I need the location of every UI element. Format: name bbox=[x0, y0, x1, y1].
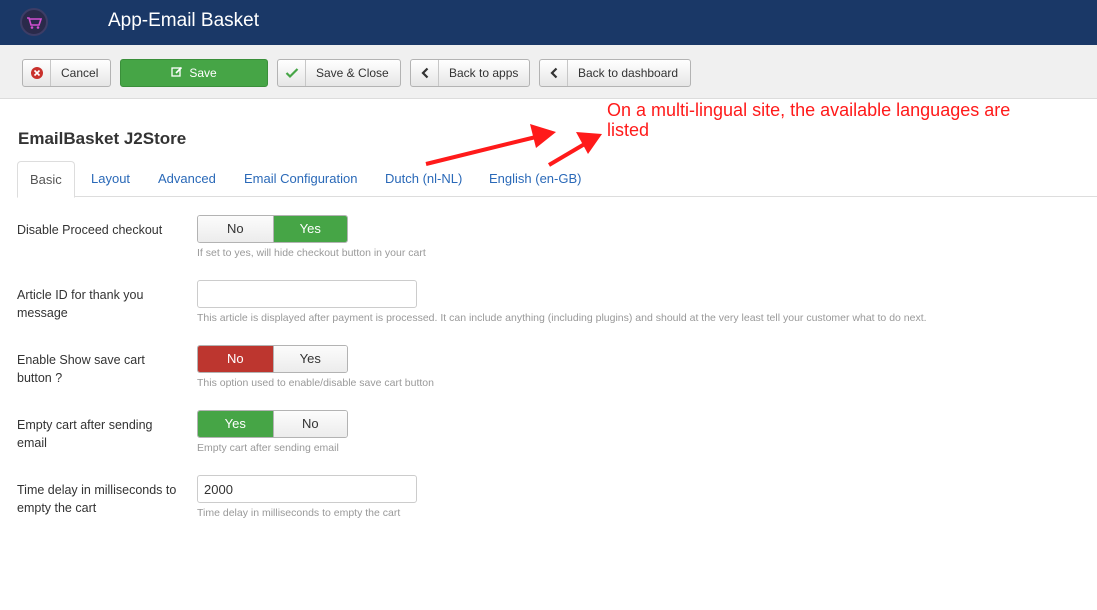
show-save-cart-toggle: No Yes bbox=[197, 345, 348, 373]
toggle-option-no[interactable]: No bbox=[198, 346, 273, 372]
field-help: If set to yes, will hide checkout button… bbox=[197, 247, 426, 259]
tab-layout[interactable]: Layout bbox=[91, 161, 130, 197]
tab-basic[interactable]: Basic bbox=[17, 161, 75, 198]
article-id-input[interactable] bbox=[197, 280, 417, 308]
toggle-option-yes[interactable]: Yes bbox=[272, 216, 347, 242]
tab-email-configuration[interactable]: Email Configuration bbox=[244, 161, 357, 197]
field-help: Empty cart after sending email bbox=[197, 442, 339, 454]
toggle-option-yes[interactable]: Yes bbox=[272, 346, 347, 372]
disable-proceed-toggle: No Yes bbox=[197, 215, 348, 243]
page-title: EmailBasket J2Store bbox=[18, 129, 187, 148]
toggle-option-no[interactable]: No bbox=[272, 411, 347, 437]
field-label: Time delay in milliseconds to empty the … bbox=[17, 483, 177, 515]
field-help: This option used to enable/disable save … bbox=[197, 377, 434, 389]
field-label: Empty cart after sending email bbox=[17, 418, 153, 450]
empty-cart-toggle: Yes No bbox=[197, 410, 348, 438]
toggle-option-yes[interactable]: Yes bbox=[198, 411, 273, 437]
annotation-arrowhead bbox=[576, 132, 602, 154]
tab-english[interactable]: English (en-GB) bbox=[489, 161, 581, 197]
toggle-option-no[interactable]: No bbox=[198, 216, 273, 242]
annotation-arrow bbox=[425, 134, 541, 166]
tab-dutch[interactable]: Dutch (nl-NL) bbox=[385, 161, 462, 197]
field-label: Article ID for thank you message bbox=[17, 288, 144, 320]
annotation-arrowhead bbox=[530, 124, 556, 148]
field-help: Time delay in milliseconds to empty the … bbox=[197, 507, 401, 519]
time-delay-input[interactable] bbox=[197, 475, 417, 503]
tab-advanced[interactable]: Advanced bbox=[158, 161, 216, 197]
field-label: Disable Proceed checkout bbox=[17, 223, 163, 237]
field-label: Enable Show save cart button ? bbox=[17, 353, 145, 385]
annotation-note: On a multi-lingual site, the available l… bbox=[607, 100, 1011, 140]
tab-bar: Basic Layout Advanced Email Configuratio… bbox=[17, 161, 1097, 198]
field-help: This article is displayed after payment … bbox=[197, 312, 927, 324]
